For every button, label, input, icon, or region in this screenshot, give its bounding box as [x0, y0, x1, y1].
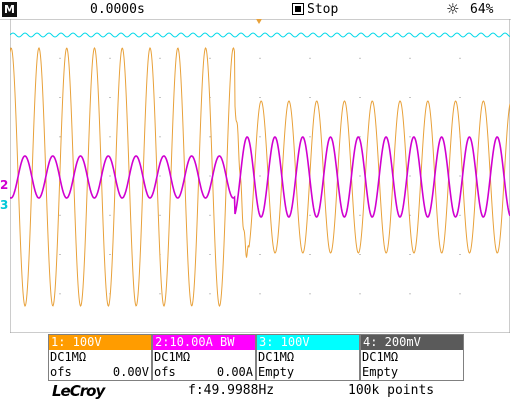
grid-dot [109, 175, 111, 177]
grid-dot [159, 136, 161, 138]
ch3-header[interactable]: 3: 100V [257, 335, 359, 350]
grid-dot [359, 175, 361, 177]
ch1-info[interactable]: 1: 100V DC1MΩ ofs 0.00V [48, 334, 152, 381]
ch1-header[interactable]: 1: 100V [49, 335, 151, 350]
grid-dot [259, 175, 261, 177]
grid-dot [109, 214, 111, 216]
grid-dot [209, 57, 211, 59]
grid-dot [309, 254, 311, 255]
grid-dot [409, 175, 411, 177]
grid-dot [459, 254, 461, 255]
grid-dot [259, 136, 261, 138]
grid-dot [309, 293, 311, 295]
ch1-offset-label: ofs [50, 365, 72, 379]
time-offset: 0.0000s [90, 2, 145, 17]
grid-dot [409, 293, 411, 295]
grid-dot [359, 214, 361, 216]
ch2-info[interactable]: 2:10.00A BW DC1MΩ ofs 0.00A [152, 334, 256, 381]
grid-dot [59, 57, 61, 59]
grid-dot [109, 136, 111, 138]
grid-dot [459, 293, 461, 295]
run-state[interactable]: Stop [307, 0, 338, 19]
grid-dot [109, 254, 111, 255]
ch2-offset-label: ofs [154, 365, 176, 379]
grid-dot [459, 175, 461, 177]
grid-dot [359, 57, 361, 59]
grid-dot [459, 97, 461, 98]
grid-dot [259, 254, 261, 255]
lecroy-logo: LeCroy [52, 382, 105, 400]
ch2-offset-value: 0.00A [216, 365, 253, 379]
ch2-offset: ofs 0.00A [153, 365, 255, 380]
frequency-readout: f:49.9988Hz [188, 383, 275, 398]
grid-dot [259, 293, 261, 295]
grid-dot [209, 214, 211, 216]
grid-dot [459, 57, 461, 59]
ch2-marker[interactable]: 2 [0, 179, 8, 191]
grid-dot [259, 57, 261, 59]
record-length: 100k points [348, 383, 435, 398]
grid-dot [159, 214, 161, 216]
grid-dot [159, 293, 161, 295]
grid-dot [209, 293, 211, 295]
ch4-header[interactable]: 4: 200mV [361, 335, 463, 350]
grid-dot [59, 136, 61, 138]
ch4-info[interactable]: 4: 200mV DC1MΩ Empty [360, 334, 464, 381]
grid-dot [209, 136, 211, 138]
grid-dot [309, 136, 311, 138]
ch1-offset-value: 0.00V [112, 365, 149, 379]
grid-dot [209, 254, 211, 255]
ch2-header[interactable]: 2:10.00A BW [153, 335, 255, 350]
grid-dot [59, 214, 61, 216]
grid-dot [259, 97, 261, 98]
grid-dot [409, 97, 411, 98]
grid-dot [359, 97, 361, 98]
grid-dot [159, 97, 161, 98]
grid-dot [209, 175, 211, 177]
ch1-offset: ofs 0.00V [49, 365, 151, 380]
grid-dot [309, 57, 311, 59]
grid-dot [309, 214, 311, 216]
grid-dot [359, 293, 361, 295]
ch1-coupling: DC1MΩ [50, 350, 87, 364]
grid-dot [109, 97, 111, 98]
grid-dot [459, 214, 461, 216]
ch3-marker[interactable]: 3 [0, 199, 8, 211]
grid-dot [59, 293, 61, 295]
top-status-bar: M 0.0000s Stop ☼ 64% [0, 0, 511, 20]
stop-icon[interactable] [292, 3, 304, 15]
grid-dot [359, 254, 361, 255]
grid-dot [409, 254, 411, 255]
grid-dot [109, 57, 111, 59]
grid-dot [159, 57, 161, 59]
ch4-coupling: DC1MΩ [362, 350, 399, 364]
grid-dot [59, 254, 61, 255]
bottom-status-bar: LeCroy f:49.9988Hz 100k points [0, 381, 511, 400]
grid-dot [159, 175, 161, 177]
brightness-icon[interactable]: ☼ [446, 1, 459, 18]
brightness-value: 64% [470, 2, 494, 17]
oscilloscope-screen[interactable] [10, 19, 510, 333]
grid-dot [409, 136, 411, 138]
ch3-coupling: DC1MΩ [258, 350, 295, 364]
grid-dot [409, 57, 411, 59]
ch3-state: Empty [258, 365, 295, 379]
grid-dot [309, 97, 311, 98]
channel-info-bar: 1: 100V DC1MΩ ofs 0.00V 2:10.00A BW DC1M… [48, 334, 464, 381]
menu-icon[interactable]: M [2, 2, 17, 17]
ch4-state: Empty [362, 365, 399, 379]
ch3-info[interactable]: 3: 100V DC1MΩ Empty [256, 334, 360, 381]
grid-dot [59, 97, 61, 98]
ch2-coupling: DC1MΩ [154, 350, 191, 364]
